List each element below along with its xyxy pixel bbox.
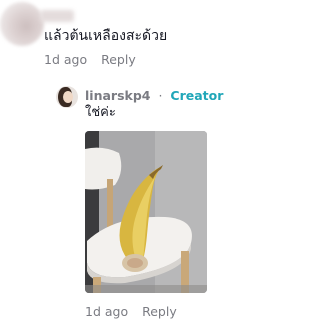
separator-dot: · [158,88,163,103]
comment-meta: 1d ago Reply [44,52,136,68]
reply-meta: 1d ago Reply [85,304,177,320]
reply-time: 1d ago [85,304,129,319]
comment-time: 1d ago [44,52,88,67]
reply-photo[interactable] [85,131,207,293]
reply-username[interactable]: linarskp4 [85,88,150,103]
commenter-avatar[interactable] [0,2,44,46]
comment-text: แล้วต้นเหลืองสะด้วย [44,28,168,44]
creator-avatar[interactable] [56,86,78,108]
reply-to-reply-button[interactable]: Reply [142,304,177,319]
commenter-name-blurred [40,10,74,22]
reply-text: ใช่ค่ะ [85,105,116,120]
creator-badge: Creator [170,88,224,103]
reply-button[interactable]: Reply [101,52,136,67]
reply-header: linarskp4 · Creator [85,88,223,103]
comment-thread: แล้วต้นเหลืองสะด้วย 1d ago Reply linarsk… [0,0,296,330]
